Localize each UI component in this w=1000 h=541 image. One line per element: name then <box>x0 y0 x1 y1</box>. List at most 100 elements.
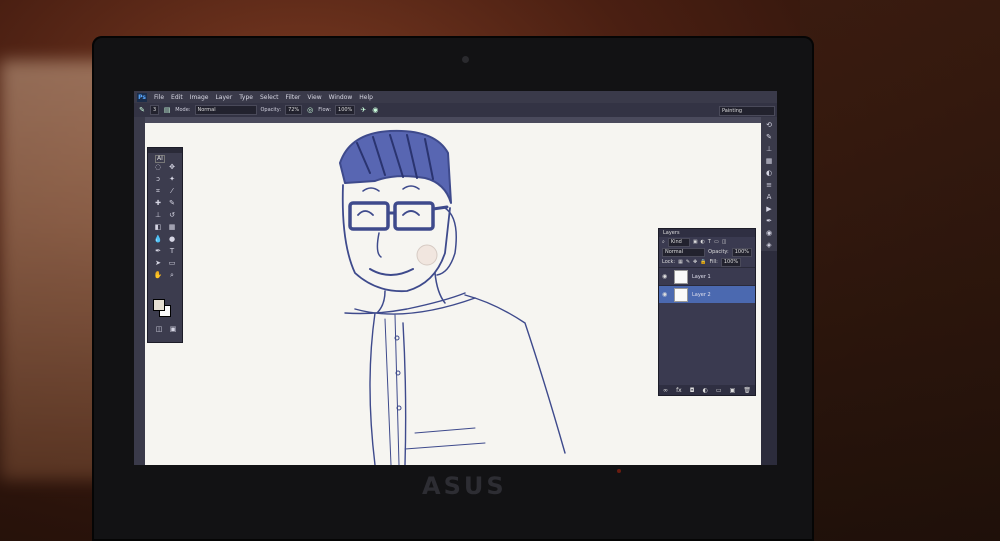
clone-stamp-icon[interactable]: ⊥ <box>151 210 165 220</box>
adjustments-icon[interactable]: ◐ <box>766 169 772 177</box>
opacity-label: Opacity: <box>260 107 282 113</box>
flow-field[interactable]: 100% <box>335 105 356 115</box>
healing-brush-icon[interactable]: ✚ <box>151 198 165 208</box>
filter-type-icon[interactable]: T <box>708 239 711 245</box>
paths-panel-icon[interactable]: ✒ <box>766 217 772 225</box>
hand-tool-icon[interactable]: ✋ <box>151 270 165 280</box>
filter-pixel-icon[interactable]: ▣ <box>693 239 698 245</box>
pressure-opacity-icon[interactable]: ◎ <box>306 106 314 114</box>
lock-paint-icon[interactable]: ✎ <box>686 259 690 265</box>
delete-layer-icon[interactable]: 🗑 <box>743 387 751 394</box>
pressure-size-icon[interactable]: ◉ <box>371 106 379 114</box>
menu-edit[interactable]: Edit <box>171 94 183 101</box>
menu-view[interactable]: View <box>307 94 321 101</box>
brush-tool-icon[interactable]: ✎ <box>138 106 146 114</box>
layer-opacity-field[interactable]: 100% <box>731 247 752 257</box>
zoom-tool-icon[interactable]: ⌕ <box>165 270 179 280</box>
move-tool-icon[interactable]: ✥ <box>165 162 179 172</box>
history-brush-icon[interactable]: ↺ <box>165 210 179 220</box>
path-select-icon[interactable]: ➤ <box>151 258 165 268</box>
glasses-bridge <box>386 205 449 215</box>
fill-label: Fill: <box>709 259 718 265</box>
flow-label: Flow: <box>318 107 332 113</box>
brush-panel-icon[interactable]: ▤ <box>163 106 171 114</box>
layer-blend-mode[interactable]: Normal <box>662 247 706 257</box>
layer-kind-select[interactable]: Kind <box>667 237 690 247</box>
cheek-blush <box>416 244 438 266</box>
lock-label: Lock: <box>662 259 676 265</box>
layer-thumbnail <box>674 269 688 284</box>
workspace-select[interactable]: Painting <box>719 106 775 116</box>
filter-adjust-icon[interactable]: ◐ <box>701 239 705 245</box>
options-bar: ✎ 3 ▤ Mode: Normal Opacity: 72% ◎ Flow: … <box>134 103 777 118</box>
dodge-tool-icon[interactable]: ● <box>165 234 179 244</box>
new-group-icon[interactable]: ▭ <box>716 387 722 394</box>
blur-tool-icon[interactable]: 💧 <box>151 234 165 244</box>
airbrush-icon[interactable]: ✈ <box>359 106 367 114</box>
layer-style-icon[interactable]: fx <box>676 387 682 394</box>
collar <box>344 292 476 315</box>
menu-select[interactable]: Select <box>260 94 279 101</box>
menu-file[interactable]: File <box>154 94 164 101</box>
layer-row-1[interactable]: ◉ Layer 1 <box>659 267 755 285</box>
lock-pixels-icon[interactable]: ▦ <box>678 259 683 265</box>
clone-source-icon[interactable]: ⊥ <box>766 145 772 153</box>
history-panel-icon[interactable]: ⟲ <box>766 121 772 129</box>
pen-tool-icon[interactable]: ✒ <box>151 246 165 256</box>
lock-all-icon[interactable]: 🔒 <box>700 259 706 265</box>
tools-panel-header[interactable] <box>148 148 182 153</box>
layers-blend-row: Normal Opacity: 100% <box>659 247 755 257</box>
webcam <box>462 56 469 63</box>
panel-dock: ⟲ ✎ ⊥ ▦ ◐ ≡ A ▶ ✒ ◉ ◈ <box>761 117 777 251</box>
adjustment-layer-icon[interactable]: ◐ <box>703 387 708 394</box>
layer-row-2[interactable]: ◉ Layer 2 <box>659 285 755 303</box>
menu-help[interactable]: Help <box>359 94 373 101</box>
crop-tool-icon[interactable]: ⌗ <box>151 186 165 196</box>
search-icon: ⌕ <box>662 239 665 245</box>
link-layers-icon[interactable]: ∞ <box>663 387 668 394</box>
lock-position-icon[interactable]: ✥ <box>693 259 697 265</box>
brush-presets-icon[interactable]: ✎ <box>766 133 772 141</box>
layers-lock-row: Lock: ▦ ✎ ✥ 🔒 Fill: 100% <box>659 257 755 267</box>
menu-filter[interactable]: Filter <box>286 94 301 101</box>
menu-layer[interactable]: Layer <box>215 94 232 101</box>
menu-image[interactable]: Image <box>190 94 209 101</box>
glasses-left-lens <box>348 201 390 231</box>
actions-panel-icon[interactable]: ▶ <box>766 205 771 213</box>
menu-type[interactable]: Type <box>239 94 253 101</box>
foreground-color-swatch[interactable] <box>153 299 165 311</box>
quick-mask-icon[interactable]: ◫ <box>152 324 166 334</box>
brush-tool-icon[interactable]: ✎ <box>165 198 179 208</box>
layers-panel-icon[interactable]: ◈ <box>766 241 771 249</box>
gradient-tool-icon[interactable]: ▦ <box>165 222 179 232</box>
screen-mode-icon[interactable]: ▣ <box>166 324 180 334</box>
character-panel-icon[interactable]: A <box>767 193 772 201</box>
marquee-tool-icon[interactable]: ◌ <box>151 162 165 172</box>
layer-thumbnail <box>674 287 688 302</box>
filter-smart-icon[interactable]: ◫ <box>722 239 727 245</box>
add-mask-icon[interactable]: ◘ <box>690 387 695 394</box>
tools-panel: AI ◌ ✥ ↄ ✦ ⌗ ⁄ ✚ ✎ ⊥ ↺ ◧ ▦ 💧 ● ✒ T ➤ ▭ ✋ <box>147 147 183 343</box>
menu-window[interactable]: Window <box>329 94 353 101</box>
mode-label: Mode: <box>175 107 191 113</box>
lasso-tool-icon[interactable]: ↄ <box>151 174 165 184</box>
opacity-field[interactable]: 72% <box>285 105 303 115</box>
shape-tool-icon[interactable]: ▭ <box>165 258 179 268</box>
shirt-lines <box>369 294 566 465</box>
layers-panel-title[interactable]: Layers <box>659 229 755 237</box>
mode-select[interactable]: Normal <box>194 105 257 115</box>
new-layer-icon[interactable]: ▣ <box>730 387 736 394</box>
channels-panel-icon[interactable]: ◉ <box>766 229 772 237</box>
swatches-icon[interactable]: ▦ <box>766 157 773 165</box>
eyedropper-icon[interactable]: ⁄ <box>165 186 179 196</box>
type-tool-icon[interactable]: T <box>165 246 179 256</box>
eye-icon[interactable]: ◉ <box>662 273 670 280</box>
magic-wand-icon[interactable]: ✦ <box>165 174 179 184</box>
properties-icon[interactable]: ≡ <box>766 181 772 189</box>
background-blur-right <box>800 0 1000 541</box>
brush-size-field[interactable]: 3 <box>150 105 160 115</box>
eraser-icon[interactable]: ◧ <box>151 222 165 232</box>
layer-fill-field[interactable]: 100% <box>720 257 742 267</box>
eye-icon[interactable]: ◉ <box>662 291 670 298</box>
filter-shape-icon[interactable]: ▭ <box>714 239 719 245</box>
